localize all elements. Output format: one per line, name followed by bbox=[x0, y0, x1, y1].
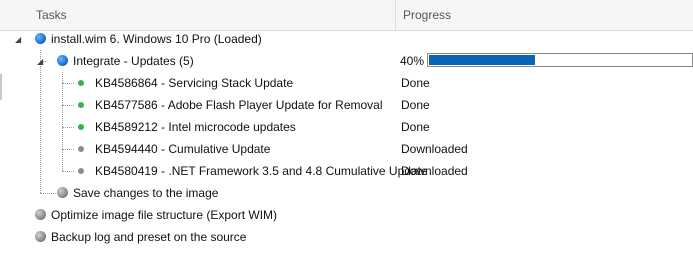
progress-percent: 40% bbox=[400, 54, 425, 68]
progress-bar-fill bbox=[429, 55, 535, 65]
status-done-icon bbox=[78, 102, 84, 108]
update-label: KB4586864 - Servicing Stack Update bbox=[95, 76, 294, 90]
tree-row-label: Integrate - Updates (5) bbox=[73, 54, 194, 68]
update-status: Done bbox=[401, 98, 430, 112]
update-status: Done bbox=[401, 120, 430, 134]
update-status: Done bbox=[401, 76, 430, 90]
update-status: Downloaded bbox=[401, 164, 468, 178]
status-done-icon bbox=[78, 124, 84, 130]
column-separator[interactable] bbox=[395, 0, 396, 30]
tree-row-update[interactable]: KB4580419 - .NET Framework 3.5 and 4.8 C… bbox=[0, 160, 693, 182]
tree-row-integrate[interactable]: ◢ Integrate - Updates (5) 40% bbox=[0, 50, 693, 72]
update-label: KB4589212 - Intel microcode updates bbox=[95, 120, 296, 134]
tree-row-root[interactable]: ◢ install.wim 6. Windows 10 Pro (Loaded) bbox=[0, 28, 693, 50]
tree-row-update[interactable]: KB4577586 - Adobe Flash Player Update fo… bbox=[0, 94, 693, 116]
update-label: KB4594440 - Cumulative Update bbox=[95, 142, 271, 156]
collapse-arrow-icon[interactable]: ◢ bbox=[37, 57, 43, 67]
grey-ball-icon bbox=[57, 187, 68, 198]
status-done-icon bbox=[78, 80, 84, 86]
tree-row-backup[interactable]: Backup log and preset on the source bbox=[0, 226, 693, 248]
column-header-progress[interactable]: Progress bbox=[403, 8, 451, 22]
tree-row-label: Backup log and preset on the source bbox=[51, 230, 247, 244]
tree-row-update[interactable]: KB4586864 - Servicing Stack Update Done bbox=[0, 72, 693, 94]
collapse-arrow-icon[interactable]: ◢ bbox=[15, 35, 21, 45]
tree-row-optimize[interactable]: Optimize image file structure (Export WI… bbox=[0, 204, 693, 226]
tree-row-update[interactable]: KB4589212 - Intel microcode updates Done bbox=[0, 116, 693, 138]
update-status: Downloaded bbox=[401, 142, 468, 156]
grey-ball-icon bbox=[35, 231, 46, 242]
status-pending-icon bbox=[78, 168, 84, 174]
tree-row-update[interactable]: KB4594440 - Cumulative Update Downloaded bbox=[0, 138, 693, 160]
tree-row-label: install.wim 6. Windows 10 Pro (Loaded) bbox=[51, 32, 262, 46]
progress-bar bbox=[427, 53, 693, 67]
blue-ball-icon bbox=[57, 55, 68, 66]
blue-ball-icon bbox=[35, 33, 46, 44]
tree-row-label: Optimize image file structure (Export WI… bbox=[51, 208, 278, 222]
tree-row-label: Save changes to the image bbox=[73, 186, 219, 200]
column-header: Tasks Progress bbox=[0, 0, 693, 31]
update-label: KB4577586 - Adobe Flash Player Update fo… bbox=[95, 98, 383, 112]
tree-row-save-changes[interactable]: Save changes to the image bbox=[0, 182, 693, 204]
column-header-tasks[interactable]: Tasks bbox=[36, 8, 67, 22]
grey-ball-icon bbox=[35, 209, 46, 220]
status-pending-icon bbox=[78, 146, 84, 152]
update-label: KB4580419 - .NET Framework 3.5 and 4.8 C… bbox=[95, 164, 428, 178]
